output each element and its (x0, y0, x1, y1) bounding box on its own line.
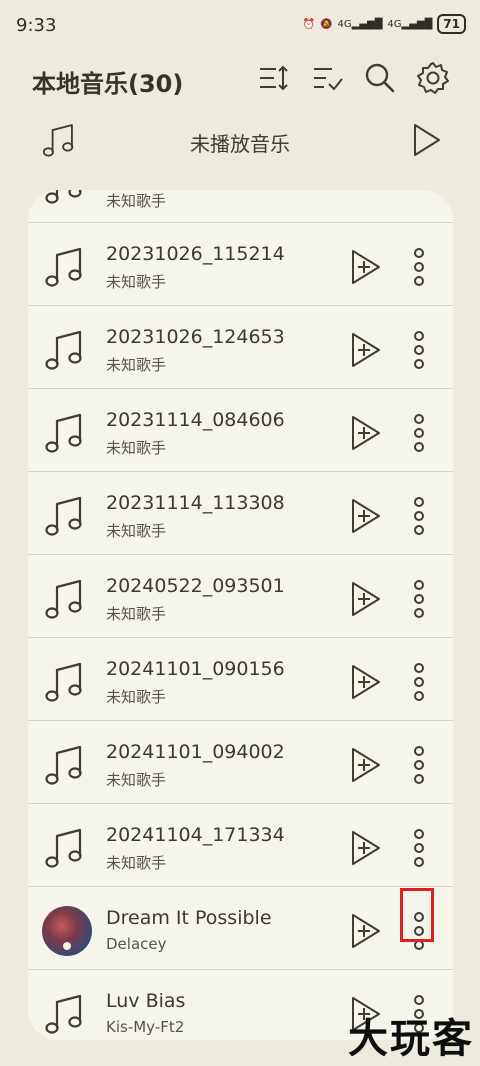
status-bar: 9:33 ⏰ 🔕 4G▂▄▆█ 4G▂▄▆█ 71 (0, 0, 480, 52)
list-item[interactable]: 20231026_124653 未知歌手 (28, 306, 453, 389)
play-next-icon[interactable] (348, 828, 384, 868)
list-item[interactable]: 20231114_113308 未知歌手 (28, 472, 453, 555)
song-artist: 未知歌手 (106, 522, 167, 540)
music-note-icon (42, 492, 92, 542)
music-note-icon (42, 990, 92, 1040)
music-note-icon (42, 243, 92, 293)
song-artist: 未知歌手 (106, 273, 167, 291)
song-artist: 未知歌手 (106, 771, 167, 789)
signal-1-icon: 4G▂▄▆█ (337, 18, 383, 30)
multi-select-button[interactable] (310, 60, 346, 96)
song-title: Dream It Possible (106, 907, 272, 929)
status-icons: ⏰ 🔕 4G▂▄▆█ 4G▂▄▆█ 71 (303, 14, 466, 34)
list-item[interactable]: 20240522_093501 未知歌手 (28, 555, 453, 638)
music-note-icon (42, 658, 92, 708)
more-options-icon[interactable] (406, 494, 432, 538)
song-title: 20241101_094002 (106, 741, 285, 763)
signal-2-icon: 4G▂▄▆█ (387, 18, 433, 30)
song-artist: Delacey (106, 935, 167, 953)
battery-indicator: 71 (437, 14, 466, 34)
music-note-icon (42, 575, 92, 625)
music-note-icon (42, 824, 92, 874)
more-options-icon[interactable] (406, 328, 432, 372)
song-title: 20241104_171334 (106, 824, 285, 846)
list-item[interactable]: 20241101_090156 未知歌手 (28, 638, 453, 721)
more-options-icon[interactable] (406, 411, 432, 455)
song-title: 20231114_084606 (106, 409, 285, 431)
play-next-icon[interactable] (348, 496, 384, 536)
list-item[interactable]: Dream It Possible Delacey (28, 887, 453, 970)
play-next-icon[interactable] (348, 745, 384, 785)
song-title: 20231026_115214 (106, 243, 285, 265)
more-options-icon[interactable] (406, 577, 432, 621)
settings-button[interactable] (415, 60, 451, 96)
song-title: 20231026_124653 (106, 326, 285, 348)
song-artist: 未知歌手 (106, 439, 167, 457)
music-note-icon (42, 741, 92, 791)
song-artist: Kis-My-Ft2 (106, 1018, 185, 1036)
song-title: 20231114_113308 (106, 492, 285, 514)
song-title: 20241101_090156 (106, 658, 285, 680)
more-options-icon[interactable] (406, 245, 432, 289)
status-time: 9:33 (16, 15, 57, 36)
sort-icon (260, 65, 288, 91)
page-title: 本地音乐(30) (32, 70, 184, 98)
settings-icon (417, 62, 449, 94)
list-item[interactable]: 20231114_084606 未知歌手 (28, 389, 453, 472)
song-title: Luv Bias (106, 990, 186, 1012)
alarm-icon: ⏰ (302, 18, 316, 30)
list-item[interactable]: 20231026_115214 未知歌手 (28, 223, 453, 306)
song-artist: 未知歌手 (106, 356, 167, 374)
music-note-icon (42, 326, 92, 376)
multi-select-icon (314, 68, 343, 91)
mute-icon: 🔕 (320, 18, 333, 30)
search-button[interactable] (362, 60, 398, 96)
play-next-icon[interactable] (348, 247, 384, 287)
play-next-icon[interactable] (348, 662, 384, 702)
song-artist: 未知歌手 (106, 192, 167, 210)
play-next-icon[interactable] (348, 911, 384, 951)
more-options-icon[interactable] (406, 743, 432, 787)
sort-button[interactable] (256, 60, 292, 96)
song-artist: 未知歌手 (106, 605, 167, 623)
song-list: 未知歌手 20231026_115214 未知歌手 20231026_12465… (28, 190, 453, 1040)
play-next-icon[interactable] (348, 413, 384, 453)
music-note-icon (42, 190, 92, 210)
play-next-icon[interactable] (348, 579, 384, 619)
list-item[interactable]: 未知歌手 (28, 190, 453, 223)
watermark: 大玩客 (348, 1016, 474, 1062)
music-note-icon (42, 409, 92, 459)
play-icon[interactable] (406, 120, 446, 160)
highlight-box (400, 888, 434, 942)
unplayed-music-bar[interactable]: 未播放音乐 (0, 112, 480, 170)
song-artist: 未知歌手 (106, 688, 167, 706)
more-options-icon[interactable] (406, 826, 432, 870)
album-art (42, 906, 92, 956)
play-next-icon[interactable] (348, 330, 384, 370)
more-options-icon[interactable] (406, 660, 432, 704)
search-icon (365, 63, 395, 93)
app-header: 本地音乐(30) (0, 52, 480, 108)
list-item[interactable]: 20241101_094002 未知歌手 (28, 721, 453, 804)
song-title: 20240522_093501 (106, 575, 285, 597)
list-item[interactable]: 20241104_171334 未知歌手 (28, 804, 453, 887)
song-artist: 未知歌手 (106, 854, 167, 872)
